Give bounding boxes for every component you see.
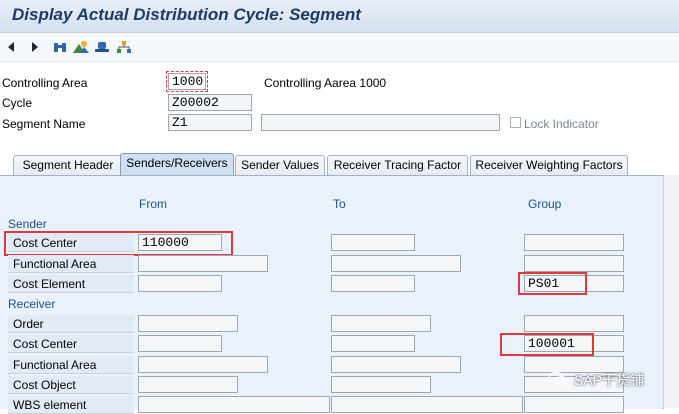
sender-functional-area-to[interactable] <box>331 255 461 272</box>
segment-text-field[interactable] <box>261 114 500 131</box>
receiver-order-from[interactable] <box>138 315 238 332</box>
lock-indicator-checkbox[interactable] <box>510 117 521 128</box>
sender-functional-area-group[interactable] <box>524 255 624 272</box>
sender-section-title: Sender <box>8 217 47 231</box>
tree-icon[interactable] <box>116 38 132 56</box>
receiver-order-label: Order <box>8 315 134 333</box>
receiver-wbs-element-label: WBS element <box>8 396 134 414</box>
highlight-box <box>518 272 587 295</box>
vertical-scrollbar[interactable] <box>663 175 679 408</box>
sender-functional-area-label: Functional Area <box>8 255 134 273</box>
binoculars-icon[interactable] <box>53 38 67 56</box>
cycle-label: Cycle <box>2 96 33 110</box>
highlight-box <box>4 231 233 256</box>
sender-cost-center-group[interactable] <box>524 234 624 251</box>
controlling-area-label: Controlling Area <box>2 76 88 90</box>
receiver-cost-object-to[interactable] <box>331 376 431 393</box>
arrow-left-icon[interactable] <box>6 38 16 56</box>
receiver-cost-center-to[interactable] <box>331 335 415 352</box>
sender-functional-area-from[interactable] <box>138 255 268 272</box>
lock-indicator-label: Lock Indicator <box>524 117 599 131</box>
receiver-cost-object-from[interactable] <box>138 376 238 393</box>
receiver-order-to[interactable] <box>331 315 431 332</box>
cycle-field[interactable]: Z00002 <box>168 94 252 111</box>
tab-strip: Segment Header Senders/Receivers Sender … <box>0 152 679 176</box>
receiver-cost-object-label: Cost Object <box>8 376 134 394</box>
wechat-icon <box>548 371 568 390</box>
column-header-to: To <box>333 197 346 211</box>
receiver-functional-area-to[interactable] <box>331 356 461 373</box>
controlling-area-description: Controlling Aarea 1000 <box>264 76 387 90</box>
sender-cost-element-from[interactable] <box>138 275 222 292</box>
sender-cost-element-label: Cost Element <box>8 275 134 293</box>
highlight-box <box>166 71 208 92</box>
mountain-icon[interactable] <box>73 38 89 56</box>
title-bar: Display Actual Distribution Cycle: Segme… <box>0 0 679 33</box>
receiver-cost-center-label: Cost Center <box>8 335 134 353</box>
application-toolbar <box>0 33 679 62</box>
highlight-box <box>500 333 594 356</box>
receiver-cost-center-from[interactable] <box>138 335 222 352</box>
segment-name-label: Segment Name <box>2 117 86 131</box>
window-title: Display Actual Distribution Cycle: Segme… <box>12 5 361 24</box>
tab-receiver-tracing-factor[interactable]: Receiver Tracing Factor <box>327 155 468 176</box>
tab-receiver-weighting-factors[interactable]: Receiver Weighting Factors <box>470 155 628 176</box>
segment-name-field[interactable]: Z1 <box>168 114 252 131</box>
receiver-wbs-element-to[interactable] <box>331 396 523 413</box>
watermark-text: SAP干货铺 <box>574 372 645 388</box>
column-header-from: From <box>139 197 167 211</box>
tab-segment-header[interactable]: Segment Header <box>13 155 123 176</box>
tab-sender-values[interactable]: Sender Values <box>235 155 325 176</box>
tab-senders-receivers[interactable]: Senders/Receivers <box>120 153 234 176</box>
receiver-order-group[interactable] <box>524 315 624 332</box>
arrow-right-icon[interactable] <box>30 38 40 56</box>
receiver-wbs-element-from[interactable] <box>138 396 330 413</box>
receiver-functional-area-label: Functional Area <box>8 356 134 374</box>
receiver-wbs-element-group[interactable] <box>524 396 624 413</box>
receiver-functional-area-from[interactable] <box>138 356 268 373</box>
watermark: SAP干货铺 <box>548 370 644 390</box>
sender-cost-element-to[interactable] <box>331 275 415 292</box>
column-header-group: Group <box>528 197 562 211</box>
hat-icon[interactable] <box>94 38 110 56</box>
segment-header-area: Controlling Area 1000 Controlling Aarea … <box>0 62 679 150</box>
sender-cost-center-to[interactable] <box>331 234 415 251</box>
receiver-section-title: Receiver <box>8 297 56 311</box>
